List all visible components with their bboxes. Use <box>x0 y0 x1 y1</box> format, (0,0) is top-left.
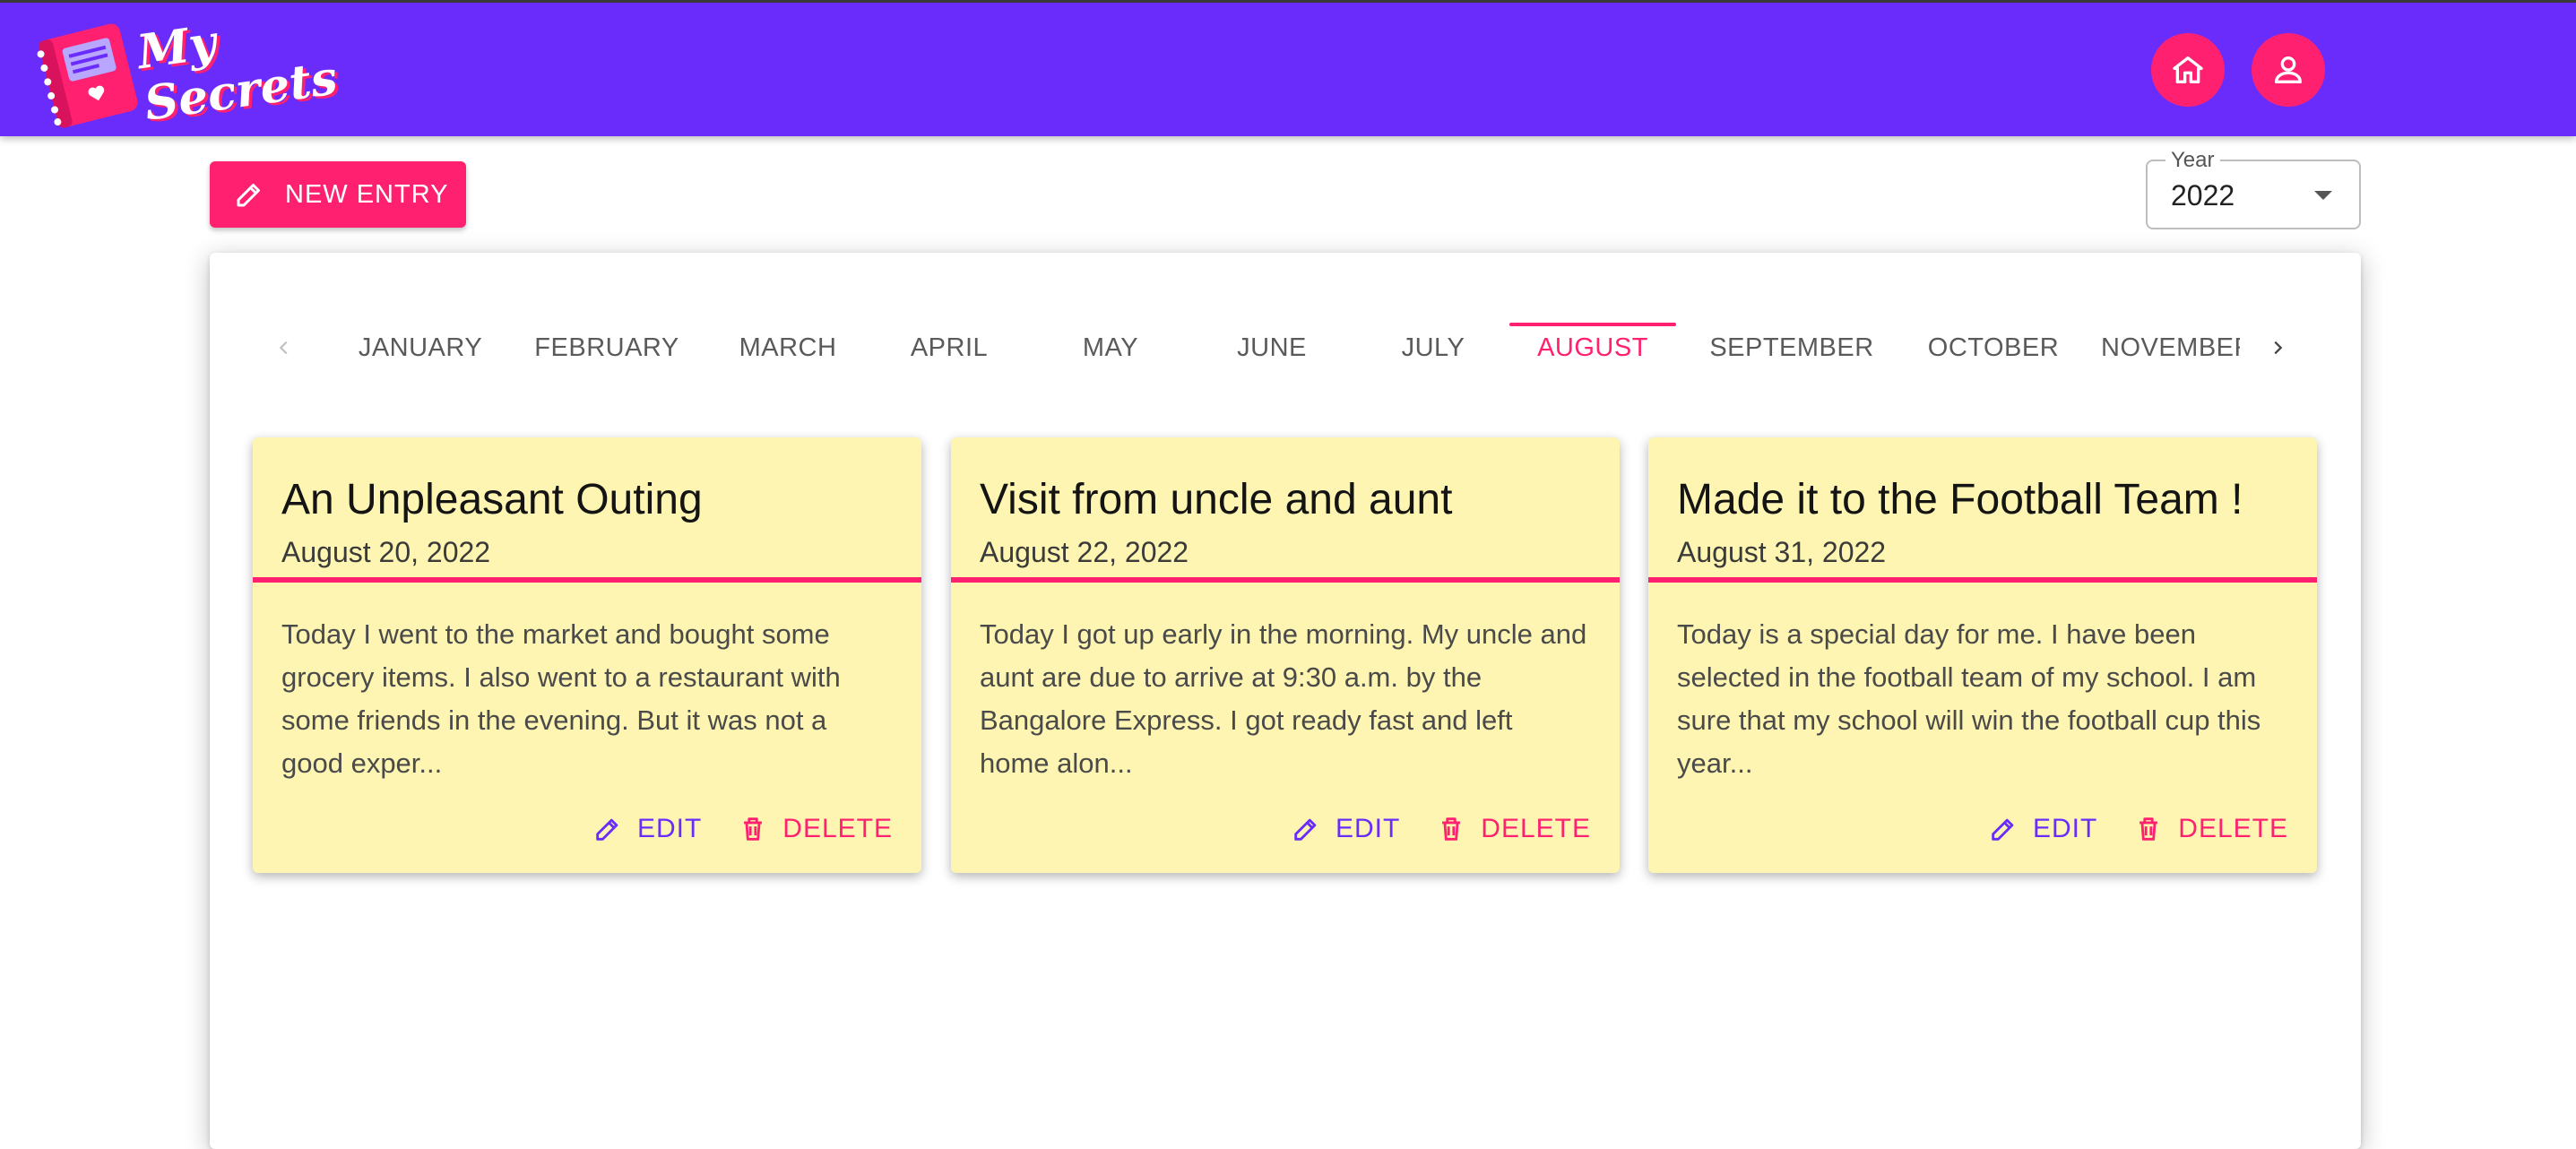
home-button[interactable] <box>2151 33 2225 107</box>
entry-card[interactable]: An Unpleasant Outing August 20, 2022 Tod… <box>253 437 921 873</box>
entry-date: August 31, 2022 <box>1677 536 1887 568</box>
home-icon <box>2173 56 2203 84</box>
tab-february[interactable]: FEBRUARY <box>522 307 692 389</box>
pencil-icon <box>1992 818 2014 841</box>
caret-down-icon <box>2314 191 2332 200</box>
edit-label: EDIT <box>1335 814 1401 843</box>
month-tab-strip: JANUARY FEBRUARY MARCH APRIL MAY JUNE JU… <box>344 307 2240 389</box>
delete-button[interactable]: DELETE <box>1436 814 1591 844</box>
trash-icon <box>744 817 763 841</box>
card-divider <box>253 577 921 583</box>
year-value: 2022 <box>2171 179 2235 212</box>
pencil-icon <box>596 818 618 841</box>
entry-text: Today is a special day for me. I have be… <box>1677 618 2261 779</box>
tabs-scroll-left-button[interactable] <box>264 307 305 389</box>
year-label: Year <box>2165 148 2220 173</box>
app-logo[interactable]: My Secrets <box>36 15 403 132</box>
pencil-icon <box>237 184 260 207</box>
tab-november[interactable]: NOVEMBER <box>2101 307 2240 389</box>
tab-march[interactable]: MARCH <box>712 307 864 389</box>
card-divider <box>951 577 1620 583</box>
entry-title: An Unpleasant Outing <box>281 476 703 523</box>
entry-text: Today I went to the market and bought so… <box>281 618 841 779</box>
delete-label: DELETE <box>2178 814 2288 843</box>
entry-date: August 22, 2022 <box>980 536 1189 568</box>
entry-title: Visit from uncle and aunt <box>980 476 1453 523</box>
trash-icon <box>2139 817 2158 841</box>
edit-button[interactable]: EDIT <box>1291 814 1400 844</box>
trash-icon <box>1442 817 1461 841</box>
app-bar: My Secrets <box>0 0 2576 136</box>
entry-text: Today I got up early in the morning. My … <box>980 618 1587 779</box>
edit-label: EDIT <box>2032 814 2098 843</box>
tab-june[interactable]: JUNE <box>1205 307 1339 389</box>
entry-title: Made it to the Football Team ! <box>1677 476 2243 523</box>
card-actions: EDIT DELETE <box>1952 807 2288 851</box>
entry-card[interactable]: Made it to the Football Team ! August 31… <box>1648 437 2317 873</box>
tabs-scroll-right-button[interactable] <box>2257 307 2298 389</box>
chevron-left-icon <box>279 341 288 355</box>
tab-april[interactable]: APRIL <box>882 307 1016 389</box>
tab-october[interactable]: OCTOBER <box>1904 307 2083 389</box>
chevron-right-icon <box>2274 341 2283 355</box>
card-divider <box>1648 577 2317 583</box>
pencil-icon <box>1294 818 1317 841</box>
entry-card[interactable]: Visit from uncle and aunt August 22, 202… <box>951 437 1620 873</box>
edit-button[interactable]: EDIT <box>592 814 702 844</box>
delete-button[interactable]: DELETE <box>738 814 893 844</box>
edit-label: EDIT <box>636 814 703 843</box>
delete-label: DELETE <box>1481 814 1591 843</box>
delete-label: DELETE <box>782 814 893 843</box>
tab-july[interactable]: JULY <box>1366 307 1500 389</box>
person-icon <box>2275 56 2302 84</box>
card-actions: EDIT DELETE <box>557 807 893 851</box>
delete-button[interactable]: DELETE <box>2133 814 2288 844</box>
tab-september[interactable]: SEPTEMBER <box>1689 307 1895 389</box>
entry-date: August 20, 2022 <box>281 536 491 568</box>
year-select[interactable]: Year 2022 <box>2146 148 2361 229</box>
month-tabs: JANUARY FEBRUARY MARCH APRIL MAY JUNE JU… <box>264 307 2298 389</box>
profile-button[interactable] <box>2252 33 2325 107</box>
tab-august[interactable]: AUGUST <box>1509 307 1676 389</box>
edit-button[interactable]: EDIT <box>1988 814 2097 844</box>
tab-january[interactable]: JANUARY <box>344 307 497 389</box>
tab-may[interactable]: MAY <box>1043 307 1178 389</box>
new-entry-label: NEW ENTRY <box>285 179 449 209</box>
new-entry-button[interactable]: NEW ENTRY <box>210 161 466 228</box>
active-tab-indicator <box>1509 323 1676 326</box>
card-actions: EDIT DELETE <box>1255 807 1591 851</box>
